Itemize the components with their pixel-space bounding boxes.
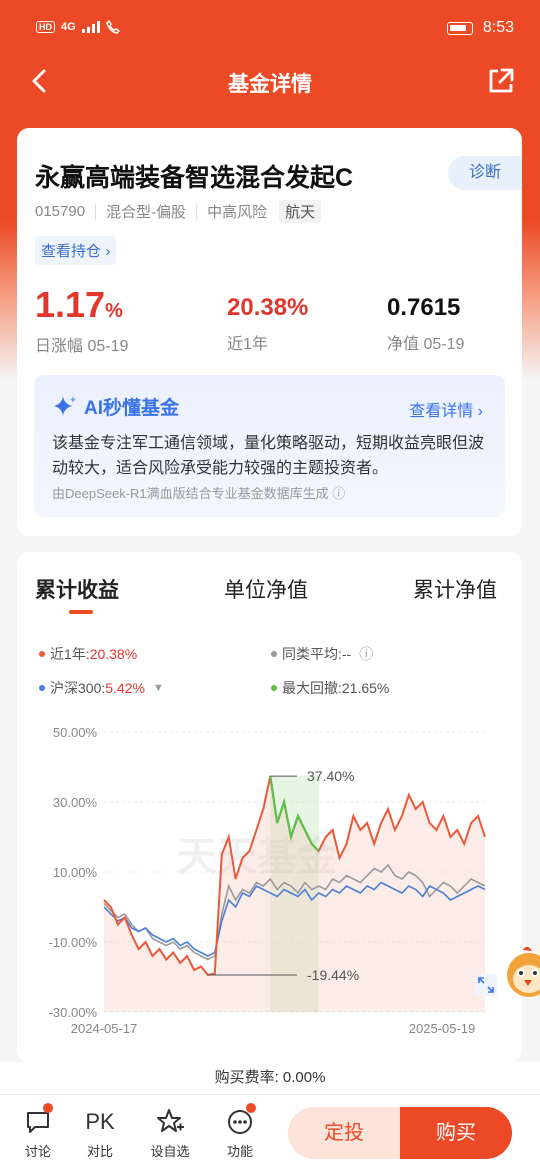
ai-more-label: 查看详情	[409, 403, 474, 420]
hd-icon: HD	[36, 21, 55, 33]
legend-dot	[39, 651, 45, 657]
nav-stat: 0.7615 净值 05-19	[387, 294, 464, 354]
y-tick-label: 50.00%	[53, 725, 98, 740]
chart-tabs: 累计收益 单位净值 累计净值	[17, 574, 522, 604]
year-return-stat: 20.38% 近1年	[227, 294, 308, 354]
fund-code: 015790	[35, 203, 86, 220]
year-return-value: 20.38%	[227, 294, 309, 321]
y-tick-label: -10.00%	[49, 935, 98, 950]
fund-type: 混合型-偏股	[106, 204, 187, 221]
min-annotation-label: -19.44%	[307, 967, 359, 983]
watchlist-button[interactable]: 设自选	[145, 1107, 195, 1160]
legend-index-value: 5.42%	[105, 680, 145, 696]
legend-dot	[271, 685, 277, 691]
daily-change-label: 日涨幅 05-19	[35, 338, 129, 355]
legend-drawdown: 最大回撤: 21.65%	[271, 678, 389, 698]
fund-info-card: 永赢高端装备智选混合发起C 诊断 015790 混合型-偏股 中高风险 航天 查…	[17, 128, 522, 536]
divider	[196, 203, 198, 220]
year-return-label: 近1年	[227, 336, 268, 353]
watchlist-label: 设自选	[150, 1144, 190, 1159]
ai-summary-text: 该基金专注军工通信领域，量化策略驱动，短期收益亮眼但波动较大，适合风险承受能力较…	[52, 435, 485, 477]
divider	[95, 203, 97, 220]
bottom-bar: 讨论 PK 对比 设自选 功能 定投 购买	[0, 1094, 540, 1170]
ai-title: AI秒懂基金	[52, 393, 179, 420]
status-bar: HD 4G 8:53	[0, 0, 540, 58]
chart-card: 累计收益 单位净值 累计净值 近1年: 20.38% 同类平均: -- ⓘ 沪深30…	[17, 552, 522, 1062]
buy-button[interactable]: 购买	[400, 1107, 512, 1159]
ai-source-text: 由DeepSeek-R1满血版结合专业基金数据库生成	[52, 486, 329, 501]
info-icon[interactable]: ⓘ	[359, 644, 373, 664]
mascot-icon[interactable]	[505, 945, 540, 1005]
ai-details-link[interactable]: 查看详情 ›	[409, 397, 483, 421]
legend-index[interactable]: 沪深300: 5.42% ▼	[39, 678, 164, 698]
network-label: 4G	[61, 21, 76, 33]
signal-icon	[81, 21, 100, 33]
discuss-label: 讨论	[24, 1144, 51, 1159]
tab-unit-nav[interactable]: 单位净值	[224, 574, 308, 604]
y-tick-label: 10.00%	[53, 865, 98, 880]
legend-dot	[39, 685, 45, 691]
functions-button[interactable]: 功能	[215, 1107, 265, 1160]
star-plus-icon	[157, 1109, 184, 1132]
share-icon[interactable]	[486, 66, 516, 96]
diagnose-button[interactable]: 诊断	[448, 156, 522, 190]
daily-change-stat: 1.17% 日涨幅 05-19	[35, 284, 128, 356]
fund-name: 永赢高端装备智选混合发起C	[35, 164, 354, 192]
legend-drawdown-label: 最大回撤:	[282, 680, 342, 696]
x-end-label: 2025-05-19	[409, 1021, 476, 1036]
info-icon[interactable]: ⓘ	[332, 486, 345, 501]
ai-summary-box: AI秒懂基金 查看详情 › 该基金专注军工通信领域，量化策略驱动，短期收益亮眼但…	[34, 375, 505, 517]
daily-change-unit: %	[105, 300, 123, 322]
tab-cumulative-nav[interactable]: 累计净值	[413, 574, 497, 604]
legend-peer-value: --	[341, 646, 352, 662]
legend-fund: 近1年: 20.38%	[39, 644, 137, 664]
notification-badge	[246, 1103, 256, 1113]
expand-icon	[475, 974, 497, 996]
navbar: 基金详情	[0, 58, 540, 106]
max-annotation-label: 37.40%	[307, 768, 354, 784]
fund-risk: 中高风险	[207, 204, 268, 221]
legend-dot	[271, 651, 277, 657]
discuss-button[interactable]: 讨论	[13, 1107, 63, 1160]
legend-fund-label: 近1年:	[50, 646, 90, 662]
nav-label: 净值 05-19	[387, 336, 465, 353]
ai-title-text: AI秒懂基金	[84, 398, 180, 419]
compare-label: 对比	[86, 1144, 113, 1159]
phone-icon	[105, 20, 120, 34]
view-holdings-link[interactable]: 查看持仓 ›	[35, 236, 117, 265]
dropdown-triangle-icon: ▼	[152, 682, 164, 694]
functions-label: 功能	[226, 1144, 253, 1159]
y-tick-label: -30.00%	[49, 1005, 98, 1020]
x-start-label: 2024-05-17	[71, 1021, 138, 1036]
fund-meta: 015790 混合型-偏股 中高风险 航天	[35, 200, 322, 223]
ai-source: 由DeepSeek-R1满血版结合专业基金数据库生成 ⓘ	[52, 483, 345, 502]
fee-bar: 购买费率: 0.00%	[0, 1062, 540, 1094]
chevron-right-icon: ›	[105, 243, 111, 260]
y-tick-label: 30.00%	[53, 795, 98, 810]
compare-button[interactable]: PK 对比	[75, 1107, 125, 1160]
legend-drawdown-value: 21.65%	[341, 680, 390, 696]
sparkle-icon	[54, 395, 76, 416]
active-tab-indicator	[69, 610, 93, 614]
auto-invest-button[interactable]: 定投	[288, 1107, 400, 1159]
battery-icon	[446, 21, 473, 35]
clock: 8:53	[482, 19, 514, 36]
tab-cumulative-return[interactable]: 累计收益	[35, 574, 119, 604]
daily-change-value: 1.17	[35, 284, 106, 325]
chevron-right-icon: ›	[477, 403, 483, 420]
return-chart[interactable]: 50.00%30.00%10.00%-10.00%-30.00% 天天基金 37…	[17, 722, 522, 1042]
legend-peer: 同类平均: -- ⓘ	[271, 644, 373, 664]
notification-badge	[43, 1103, 53, 1113]
theme-tag[interactable]: 航天	[279, 200, 322, 223]
pk-icon: PK	[85, 1109, 115, 1134]
legend-fund-value: 20.38%	[89, 646, 138, 662]
legend-index-label: 沪深300:	[50, 680, 106, 696]
holdings-label: 查看持仓	[41, 243, 102, 260]
page-title: 基金详情	[228, 73, 312, 96]
legend-peer-label: 同类平均:	[282, 646, 342, 662]
nav-value: 0.7615	[387, 294, 461, 321]
